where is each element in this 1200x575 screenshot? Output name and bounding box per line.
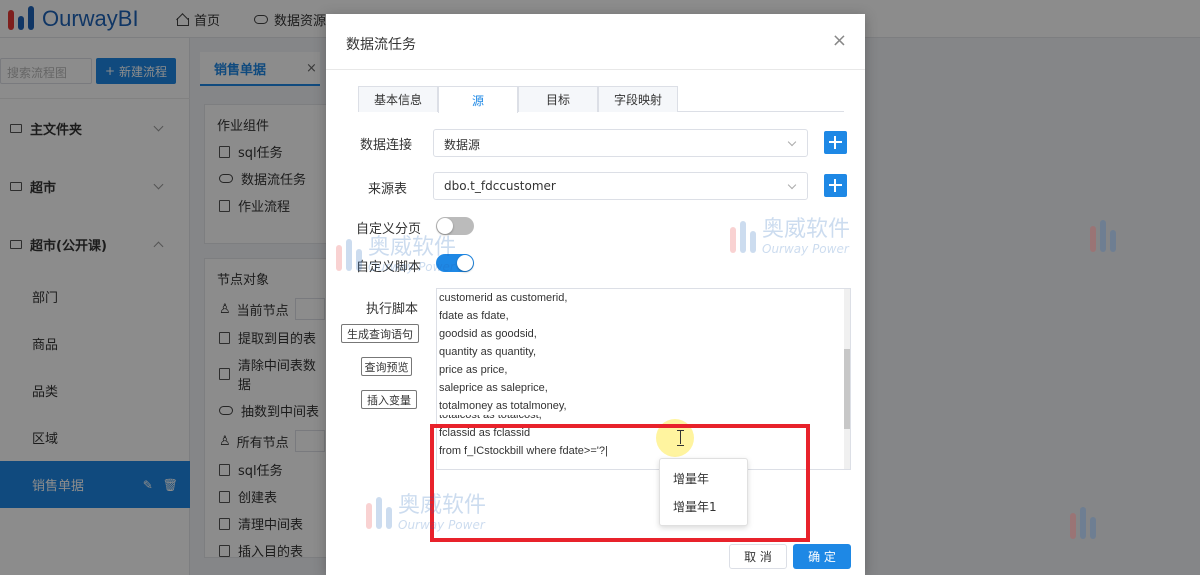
- custom-script-toggle[interactable]: [436, 254, 474, 272]
- dataflow-task-dialog: 数据流任务 × 基本信息 源 目标 字段映射 数据连接 数据源 来源表 dbo.…: [326, 14, 865, 575]
- script-line: customerid as customerid,: [439, 292, 568, 304]
- dialog-title: 数据流任务: [346, 37, 416, 53]
- tab-basic-info[interactable]: 基本信息: [358, 86, 438, 112]
- dialog-header: 数据流任务 ×: [326, 14, 865, 70]
- watermark-logo-icon: [366, 495, 392, 531]
- script-line: saleprice as saleprice,: [439, 382, 548, 394]
- script-line: goodsid as goodsid,: [439, 328, 537, 340]
- insert-variable-button[interactable]: 插入变量: [361, 390, 417, 409]
- chevron-down-icon: [787, 137, 797, 147]
- tab-source[interactable]: 源: [438, 86, 518, 113]
- connection-value: 数据源: [444, 138, 481, 152]
- annotation-highlight-box: [430, 424, 810, 542]
- confirm-button[interactable]: 确 定: [793, 544, 851, 569]
- connection-select[interactable]: 数据源: [433, 129, 808, 157]
- script-line: totalcost as totalcost,: [439, 415, 542, 421]
- script-line: price as price,: [439, 364, 508, 376]
- toggle-knob: [437, 218, 453, 234]
- close-icon[interactable]: ×: [832, 30, 847, 51]
- connection-label: 数据连接: [360, 138, 413, 153]
- add-connection-button[interactable]: [824, 131, 847, 154]
- dialog-tabs: 基本信息 源 目标 字段映射: [358, 86, 844, 113]
- tab-field-mapping[interactable]: 字段映射: [598, 86, 678, 112]
- chevron-down-icon: [787, 180, 797, 190]
- tab-target[interactable]: 目标: [518, 86, 598, 112]
- generate-query-button[interactable]: 生成查询语句: [341, 324, 419, 343]
- source-table-value: dbo.t_fdccustomer: [444, 179, 556, 193]
- script-line: quantity as quantity,: [439, 346, 537, 358]
- add-source-table-button[interactable]: [824, 174, 847, 197]
- source-table-label: 来源表: [368, 182, 408, 197]
- script-line: totalmoney as totalmoney,: [439, 400, 567, 412]
- custom-script-label: 自定义脚本: [356, 260, 422, 275]
- toggle-knob: [457, 255, 473, 271]
- script-scrollbar[interactable]: [844, 289, 850, 469]
- script-line: fdate as fdate,: [439, 310, 509, 322]
- cancel-button[interactable]: 取 消: [729, 544, 787, 569]
- custom-paging-toggle[interactable]: [436, 217, 474, 235]
- source-table-select[interactable]: dbo.t_fdccustomer: [433, 172, 808, 200]
- custom-paging-label: 自定义分页: [356, 222, 422, 237]
- scroll-thumb[interactable]: [844, 349, 850, 429]
- dialog-footer: 取 消 确 定: [326, 544, 865, 575]
- exec-script-label: 执行脚本: [366, 302, 419, 317]
- query-preview-button[interactable]: 查询预览: [361, 357, 412, 376]
